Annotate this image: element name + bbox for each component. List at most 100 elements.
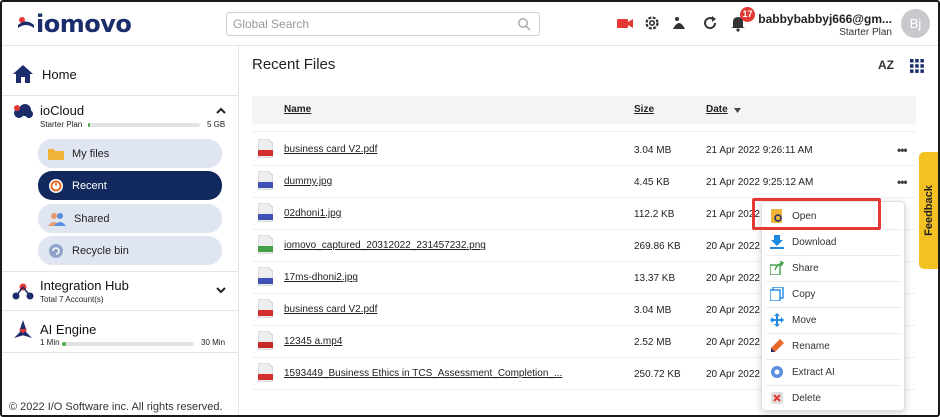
more-options-icon[interactable]: ••• xyxy=(897,175,908,189)
file-size: 2.52 MB xyxy=(634,337,672,348)
feedback-label: Feedback xyxy=(923,185,935,236)
context-menu: Open Download Share Copy Move Rename Ext… xyxy=(761,201,905,411)
video-camera-icon[interactable] xyxy=(616,14,634,32)
notification-badge: 17 xyxy=(740,7,755,22)
integration-hub-title[interactable]: Integration Hub xyxy=(40,278,129,293)
file-name[interactable]: business card V2.pdf xyxy=(284,144,377,155)
ai-engine-title[interactable]: AI Engine xyxy=(40,322,96,337)
iomovo-logo[interactable]: iomovo xyxy=(16,10,132,38)
menu-item-move[interactable]: Move xyxy=(762,307,906,333)
sort-desc-icon[interactable] xyxy=(734,108,741,113)
menu-item-label: Copy xyxy=(792,288,816,300)
page-title: Recent Files xyxy=(252,56,336,73)
search-input[interactable] xyxy=(227,13,507,35)
ai-engine-min: 1 Min xyxy=(40,338,60,347)
menu-item-extract-ai[interactable]: Extract AI xyxy=(762,359,906,385)
pdf-file-icon xyxy=(258,363,273,382)
more-options-icon[interactable]: ••• xyxy=(897,143,908,157)
share-icon xyxy=(770,261,784,275)
table-row[interactable]: business card V2.pdf 3.04 MB 21 Apr 2022… xyxy=(252,134,916,166)
image-file-icon xyxy=(258,203,273,222)
extract-ai-icon xyxy=(771,366,783,378)
file-name[interactable]: iomovo_captured_20312022_231457232.png xyxy=(284,240,486,251)
download-icon xyxy=(770,235,784,249)
file-date: 20 Apr 2022 xyxy=(706,337,760,348)
ai-engine-max: 30 Min xyxy=(201,338,226,347)
copy-icon xyxy=(770,287,784,301)
storage-total: 5 GB xyxy=(207,120,226,129)
menu-item-label: Rename xyxy=(792,340,830,352)
sort-az-button[interactable]: AZ xyxy=(878,58,894,72)
menu-item-label: Share xyxy=(792,262,819,274)
copyright-text: © 2022 I/O Software inc. All rights rese… xyxy=(9,401,223,413)
file-date: 20 Apr 2022 xyxy=(706,273,760,284)
file-size: 4.45 KB xyxy=(634,177,670,188)
theme-icon[interactable] xyxy=(670,14,688,32)
file-name[interactable]: 17ms-dhoni2.jpg xyxy=(284,272,358,283)
menu-item-label: Delete xyxy=(792,392,821,404)
folder-icon xyxy=(48,149,64,160)
integration-hub-subtitle: Total 7 Account(s) xyxy=(40,295,104,304)
video-file-icon xyxy=(258,331,273,350)
menu-item-share[interactable]: Share xyxy=(762,255,906,281)
sidebar-item-my-files[interactable]: My files xyxy=(38,139,222,168)
sidebar-item-shared[interactable]: Shared xyxy=(38,204,222,233)
file-name[interactable]: 12345 a.mp4 xyxy=(284,336,342,347)
chevron-up-icon[interactable] xyxy=(215,105,227,117)
app-window: iomovo 17 babby xyxy=(0,0,940,417)
recycle-bin-label: Recycle bin xyxy=(72,244,129,257)
sidebar-item-home[interactable]: Home xyxy=(12,64,77,84)
logo-mark-icon xyxy=(18,17,34,28)
png-file-icon xyxy=(258,235,273,254)
ai-engine-progress-fill xyxy=(62,342,66,346)
sidebar: Home ioCloud Starter Plan 5 GB My files xyxy=(2,46,239,415)
column-date[interactable]: Date xyxy=(706,104,728,115)
iocloud-title[interactable]: ioCloud xyxy=(40,103,84,118)
chevron-down-icon[interactable] xyxy=(215,284,227,296)
rename-icon xyxy=(771,339,784,352)
ai-engine-icon xyxy=(14,320,32,338)
ai-engine-progress-bar xyxy=(62,342,194,346)
recent-label: Recent xyxy=(72,179,107,192)
feedback-tab[interactable]: Feedback xyxy=(919,152,938,269)
column-name[interactable]: Name xyxy=(284,104,311,115)
menu-item-label: Download xyxy=(792,236,837,248)
top-header: iomovo 17 babby xyxy=(2,2,938,46)
iocloud-plan: Starter Plan xyxy=(40,120,83,129)
file-size: 269.86 KB xyxy=(634,241,681,252)
recent-icon xyxy=(49,178,63,193)
pdf-file-icon xyxy=(258,299,273,318)
integration-hub-icon xyxy=(12,283,34,300)
home-label: Home xyxy=(42,66,77,82)
grid-view-icon[interactable] xyxy=(910,59,924,73)
menu-item-copy[interactable]: Copy xyxy=(762,281,906,307)
sidebar-item-recent[interactable]: Recent xyxy=(38,171,222,200)
file-name[interactable]: business card V2.pdf xyxy=(284,304,377,315)
file-name[interactable]: dummy.jpg xyxy=(284,176,332,187)
file-name[interactable]: 02dhoni1.jpg xyxy=(284,208,341,219)
global-search[interactable] xyxy=(226,12,540,36)
file-name[interactable]: 1593449_Business Ethics in TCS_Assessmen… xyxy=(284,368,562,379)
my-files-label: My files xyxy=(72,147,110,160)
avatar[interactable]: Bj xyxy=(901,9,930,38)
file-size: 3.04 MB xyxy=(634,305,672,316)
menu-item-delete[interactable]: Delete xyxy=(762,385,906,411)
table-row[interactable]: dummy.jpg 4.45 KB 21 Apr 2022 9:25:12 AM… xyxy=(252,166,916,198)
menu-item-download[interactable]: Download xyxy=(762,229,906,255)
storage-progress-bar xyxy=(88,123,200,127)
gear-icon[interactable] xyxy=(643,14,661,32)
column-size[interactable]: Size xyxy=(634,104,654,115)
shared-icon xyxy=(48,212,66,226)
table-row xyxy=(252,124,916,132)
menu-item-rename[interactable]: Rename xyxy=(762,333,906,359)
file-size: 112.2 KB xyxy=(634,209,675,220)
file-size: 13.37 KB xyxy=(634,273,676,284)
user-email[interactable]: babbybabbyj666@gm... xyxy=(758,12,892,26)
file-date: 20 Apr 2022 xyxy=(706,241,760,252)
refresh-icon[interactable] xyxy=(701,14,719,32)
sidebar-item-recycle-bin[interactable]: Recycle bin xyxy=(38,236,222,265)
storage-progress-fill xyxy=(88,123,90,127)
user-plan: Starter Plan xyxy=(839,27,892,38)
image-file-icon xyxy=(258,267,273,286)
search-icon[interactable] xyxy=(517,17,531,31)
